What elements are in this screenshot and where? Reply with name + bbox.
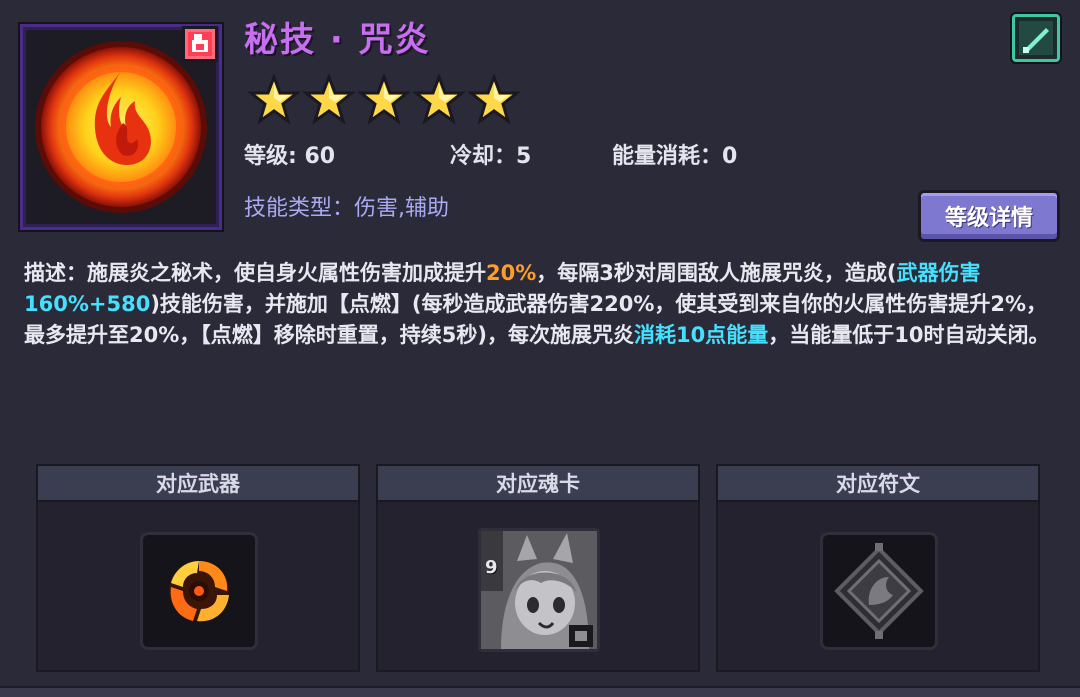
rune-section: 对应符文 bbox=[716, 464, 1040, 672]
bottom-divider bbox=[0, 686, 1080, 697]
star-rating bbox=[248, 74, 520, 126]
weapon-slot[interactable] bbox=[140, 532, 258, 650]
skill-type: 技能类型：伤害,辅助 bbox=[244, 196, 449, 221]
skill-description: 描述：施展炎之秘术，使自身火属性伤害加成提升20%，每隔3秒对周围敌人施展咒炎，… bbox=[24, 258, 1054, 351]
star-icon bbox=[248, 74, 300, 125]
rune-section-title: 对应符文 bbox=[718, 466, 1038, 502]
skill-name: 秘技 · 咒炎 bbox=[244, 20, 431, 60]
soulcard-slot[interactable]: 9 bbox=[478, 528, 600, 652]
star-icon bbox=[468, 74, 520, 125]
rune-slot[interactable] bbox=[820, 532, 938, 650]
soulcard-section: 对应魂卡 9 bbox=[376, 464, 700, 672]
level-detail-button[interactable]: 等级详情 bbox=[918, 190, 1060, 242]
sword-type-icon[interactable] bbox=[1012, 14, 1060, 62]
fire-weapon-icon bbox=[169, 561, 229, 622]
soul-card-portrait bbox=[481, 531, 597, 649]
skill-level: 等级: 60 bbox=[244, 144, 336, 169]
description-highlight: 消耗10点能量 bbox=[633, 323, 769, 347]
soulcard-number: 9 bbox=[485, 557, 498, 578]
weapon-section: 对应武器 bbox=[36, 464, 360, 672]
description-text: ，每隔3秒对周围敌人施展咒炎，造成( bbox=[536, 261, 897, 285]
rune-icon bbox=[834, 543, 924, 639]
fire-element-icon bbox=[176, 20, 224, 68]
skill-detail-panel: 秘技 · 咒炎 等级: 60 冷却：5 能量消耗：0 技能类型：伤害,辅助 等级… bbox=[0, 0, 1080, 697]
star-icon bbox=[358, 74, 410, 125]
description-text: ，当能量低于10时自动关闭。 bbox=[768, 323, 1050, 347]
soulcard-section-title: 对应魂卡 bbox=[378, 466, 698, 502]
description-text: 描述：施展炎之秘术，使自身火属性伤害加成提升 bbox=[24, 261, 486, 285]
star-icon bbox=[413, 74, 465, 125]
skill-cooldown: 冷却：5 bbox=[450, 144, 532, 169]
skill-energy-cost: 能量消耗：0 bbox=[612, 144, 738, 169]
description-highlight: 20% bbox=[486, 261, 537, 285]
star-icon bbox=[303, 74, 355, 125]
weapon-section-title: 对应武器 bbox=[38, 466, 358, 502]
